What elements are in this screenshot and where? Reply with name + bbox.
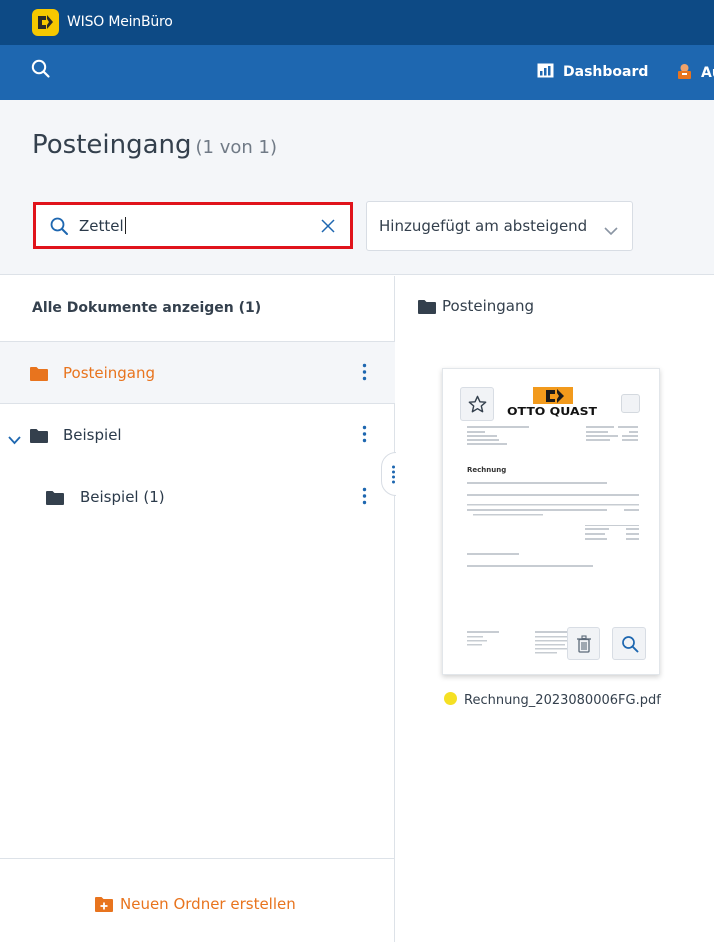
current-folder-label: Posteingang: [442, 297, 535, 315]
document-filename-label: Rechnung_2023080006FG.pdf: [464, 693, 661, 708]
preview-zoom-button[interactable]: [612, 627, 646, 660]
nav-orders[interactable]: Au: [676, 63, 714, 84]
trash-icon: [577, 635, 591, 653]
show-all-documents-link[interactable]: Alle Dokumente anzeigen (1): [32, 300, 261, 316]
preview-logo-text: OTTO QUAST: [507, 405, 598, 418]
folder-icon: [46, 490, 64, 509]
clear-search-icon[interactable]: [321, 218, 335, 237]
folder-item-beispiel-1[interactable]: Beispiel (1): [0, 466, 395, 528]
new-folder-icon: [95, 897, 113, 916]
orders-icon: [676, 63, 693, 84]
current-folder-title: Posteingang: [418, 296, 534, 315]
status-dot-icon: [444, 692, 457, 705]
folder-sidebar: Alle Dokumente anzeigen (1) Posteingang …: [0, 276, 395, 942]
sort-selected-label: Hinzugefügt am absteigend: [379, 217, 588, 235]
app-logo: [32, 9, 59, 36]
chevron-down-icon: [604, 221, 618, 240]
folder-label: Beispiel: [63, 426, 122, 444]
search-input-value[interactable]: Zettel: [79, 217, 126, 235]
global-search-icon[interactable]: [30, 58, 52, 80]
folder-icon: [418, 300, 436, 314]
dashboard-chart-icon: [537, 63, 554, 82]
more-options-icon[interactable]: [362, 363, 367, 385]
nav-dashboard[interactable]: Dashboard: [537, 63, 648, 82]
divider: [0, 858, 395, 859]
preview-heading-text: Rechnung: [467, 466, 506, 474]
document-area: Posteingang OTTO QUAST Rechnung Rechnung…: [396, 276, 714, 942]
favorite-button[interactable]: [460, 387, 494, 421]
delete-button[interactable]: [567, 627, 600, 660]
folder-item-posteingang[interactable]: Posteingang: [0, 342, 395, 404]
folder-icon: [30, 428, 48, 447]
more-options-icon[interactable]: [362, 487, 367, 509]
new-folder-label: Neuen Ordner erstellen: [120, 895, 296, 913]
folder-label: Beispiel (1): [80, 488, 165, 506]
page-header: Posteingang (1 von 1) Zettel Hinzugefügt …: [0, 100, 714, 275]
star-icon: [468, 395, 487, 413]
sort-select[interactable]: Hinzugefügt am absteigend: [366, 201, 633, 251]
folder-label: Posteingang: [63, 364, 156, 382]
app-topbar: WISO MeinBüro: [0, 0, 714, 45]
app-title: WISO MeinBüro: [67, 14, 173, 30]
document-filename[interactable]: Rechnung_2023080006FG.pdf: [444, 689, 661, 708]
page-count: (1 von 1): [195, 137, 277, 158]
page-title: Posteingang (1 von 1): [32, 130, 277, 160]
expand-chevron-icon[interactable]: [8, 430, 21, 449]
document-search-input[interactable]: Zettel: [33, 202, 353, 249]
page-title-text: Posteingang: [32, 130, 192, 160]
nav-orders-label: Au: [701, 65, 714, 81]
nav-dashboard-label: Dashboard: [563, 64, 649, 80]
folder-icon: [30, 366, 48, 385]
select-document-checkbox[interactable]: [621, 394, 640, 413]
folder-item-beispiel[interactable]: Beispiel: [0, 404, 395, 466]
document-card[interactable]: OTTO QUAST Rechnung: [442, 368, 660, 675]
search-icon: [49, 216, 69, 240]
more-options-icon[interactable]: [362, 425, 367, 447]
main-navbar: Dashboard Au: [0, 45, 714, 100]
new-folder-button[interactable]: Neuen Ordner erstellen: [95, 894, 296, 916]
magnifier-icon: [622, 636, 639, 653]
